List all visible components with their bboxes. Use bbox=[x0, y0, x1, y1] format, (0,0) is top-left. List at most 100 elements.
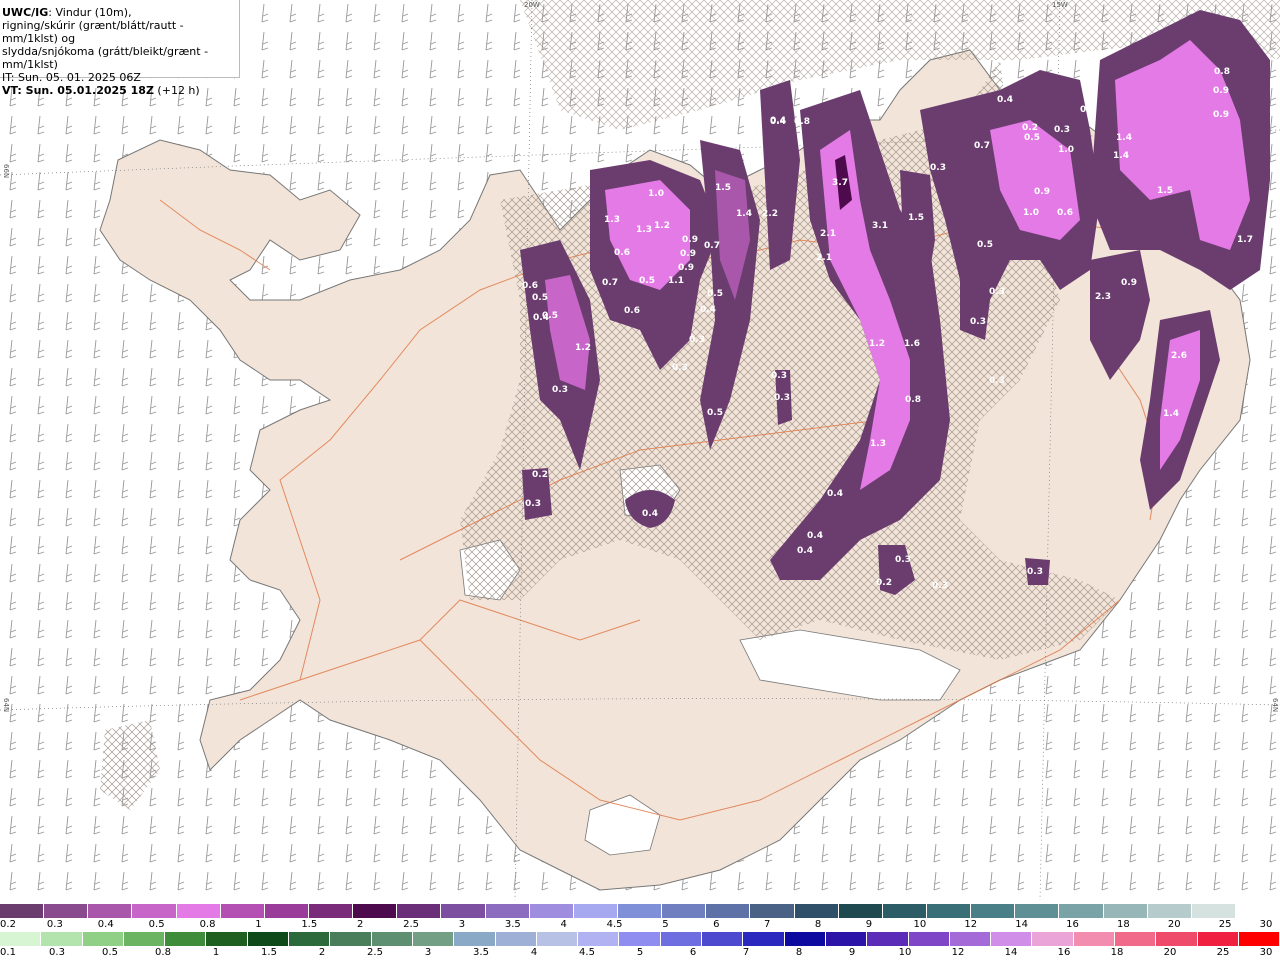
precip-value-label: 1.3 bbox=[604, 215, 620, 225]
valid-time: VT: Sun. 05.01.2025 18Z (+12 h) bbox=[2, 84, 239, 97]
legend-swatch bbox=[1156, 932, 1198, 946]
precip-value-label: 0.2 bbox=[1022, 123, 1038, 133]
precip-value-label: 0.7 bbox=[602, 278, 618, 288]
legend-swatch bbox=[784, 932, 826, 946]
title-rest: : Vindur (10m), bbox=[48, 6, 132, 19]
edge-label-15w: 15W bbox=[1052, 1, 1068, 9]
precip-value-label: 0.7 bbox=[704, 241, 720, 251]
legend-label: 18 bbox=[1110, 947, 1124, 958]
precip-value-label: 1.7 bbox=[1237, 235, 1253, 245]
precip-value-label: 0.3 bbox=[970, 317, 986, 327]
legend-swatch bbox=[908, 932, 950, 946]
legend-snow-labels: 0.2 0.3 0.4 0.5 0.8 1 1.5 2 2.5 3 3.5 4 4.5 5 6 7 8 9 10 12… bbox=[0, 919, 1280, 931]
legend-swatch bbox=[308, 904, 354, 918]
legend-label: 30 bbox=[1259, 919, 1273, 930]
legend-label: 3 bbox=[458, 919, 466, 930]
legend-label: 14 bbox=[1015, 919, 1028, 930]
legend-label: 14 bbox=[1004, 947, 1018, 958]
legend-swatch bbox=[165, 932, 207, 946]
precip-value-label: 0.9 bbox=[678, 263, 694, 273]
legend-swatch bbox=[971, 904, 1016, 918]
legend-label: 25 bbox=[1216, 947, 1230, 958]
legend-swatch bbox=[82, 932, 124, 946]
legend-swatch bbox=[330, 932, 372, 946]
legend-label: 1 bbox=[212, 947, 220, 958]
edge-label-64n-right: 64N bbox=[1271, 698, 1279, 713]
legend-swatch bbox=[123, 932, 166, 946]
precip-value-label: 1.3 bbox=[870, 439, 886, 449]
legend-swatch bbox=[1032, 932, 1074, 946]
legend-label: 2 bbox=[356, 919, 364, 930]
legend-label: 9 bbox=[865, 919, 873, 930]
legend-swatch bbox=[485, 904, 530, 918]
legend-swatch bbox=[132, 904, 177, 918]
legend-swatch bbox=[41, 932, 83, 946]
precip-value-label: 0.5 bbox=[1080, 105, 1096, 115]
valid-time-offset: (+12 h) bbox=[153, 84, 200, 97]
legend-label: 0.5 bbox=[102, 947, 118, 958]
legend-swatch bbox=[1059, 904, 1104, 918]
precip-value-label: 0.6 bbox=[614, 248, 630, 258]
legend-label: 12 bbox=[951, 947, 965, 958]
precip-value-label: 1.0 bbox=[1023, 208, 1039, 218]
precip-value-label: 0.5 bbox=[707, 408, 723, 418]
precip-value-label: 0.9 bbox=[1034, 187, 1050, 197]
legend-label: 25 bbox=[1218, 919, 1232, 930]
precip-value-label: 2.2 bbox=[762, 209, 778, 219]
edge-label-20w: 20W bbox=[524, 1, 540, 9]
precip-value-label: 0.8 bbox=[1214, 67, 1230, 77]
legend-label: 4.5 bbox=[606, 919, 623, 930]
precip-value-label: 1.5 bbox=[715, 183, 731, 193]
precip-value-label: 0.3 bbox=[1054, 125, 1070, 135]
legend-label: 10 bbox=[913, 919, 927, 930]
legend-swatch bbox=[1147, 904, 1192, 918]
precip-value-label: 0.3 bbox=[932, 581, 948, 591]
precip-value-label: 2.6 bbox=[1171, 351, 1187, 361]
legend-label: 8 bbox=[795, 947, 803, 958]
precip-value-label: 0.4 bbox=[700, 305, 716, 315]
legend-label: 3 bbox=[424, 947, 432, 958]
precip-value-label: 0.9 bbox=[1121, 278, 1137, 288]
legend-swatch bbox=[706, 904, 751, 918]
legend-label: 0.8 bbox=[155, 947, 171, 958]
weather-map: 1.01.31.3 1.20.90.70.90.90.7 0.50.60.51.10… bbox=[0, 0, 1280, 900]
legend-swatch bbox=[247, 932, 290, 946]
init-time: IT: Sun. 05. 01. 2025 06Z bbox=[2, 71, 141, 84]
legend-label: 6 bbox=[713, 919, 720, 930]
precip-value-label: 1.5 bbox=[908, 213, 924, 223]
legend-swatch bbox=[991, 932, 1033, 946]
legend-label: 16 bbox=[1066, 919, 1079, 930]
legend-swatch bbox=[578, 932, 620, 946]
precip-value-label: 1.2 bbox=[654, 221, 670, 231]
title-line-1: UWC/IG: Vindur (10m), bbox=[2, 6, 239, 19]
legend-swatch bbox=[495, 932, 537, 946]
precip-value-label: 1.6 bbox=[904, 339, 920, 349]
legend-label: 0.1 bbox=[0, 947, 16, 958]
map-title-box: UWC/IG: Vindur (10m), rigning/skúrir (gr… bbox=[0, 0, 240, 97]
precip-value-label: 0.6 bbox=[1057, 208, 1073, 218]
precip-value-label: 0.3 bbox=[774, 393, 790, 403]
precip-value-label: 0.4 bbox=[807, 531, 823, 541]
legend-swatch bbox=[289, 932, 331, 946]
legend-label: 0.5 bbox=[148, 919, 165, 930]
precip-value-label: 3.1 bbox=[872, 221, 888, 231]
precip-value-label: 2.1 bbox=[816, 253, 832, 263]
legend-swatch bbox=[220, 904, 265, 918]
legend-swatch bbox=[1197, 932, 1239, 946]
precip-value-label: 0.3 bbox=[930, 163, 946, 173]
precip-value-label: 0.5 bbox=[532, 293, 548, 303]
precip-value-label: 0.4 bbox=[797, 546, 813, 556]
legend-swatch bbox=[949, 932, 992, 946]
precip-value-label: 0.3 bbox=[525, 499, 541, 509]
legend-swatch bbox=[88, 904, 133, 918]
precip-value-label: 1.0 bbox=[1058, 145, 1074, 155]
precip-value-label: 0.5 bbox=[977, 240, 993, 250]
legend-label: 6 bbox=[689, 947, 697, 958]
precip-value-label: 1.0 bbox=[648, 189, 664, 199]
legend-label: 12 bbox=[964, 919, 978, 930]
legend-swatch bbox=[617, 904, 663, 918]
legend-label: 9 bbox=[848, 947, 856, 958]
legend-snow-colorbar bbox=[0, 904, 1280, 918]
legend-label: 20 bbox=[1167, 919, 1181, 930]
valid-time-bold: VT: Sun. 05.01.2025 18Z bbox=[2, 84, 154, 97]
